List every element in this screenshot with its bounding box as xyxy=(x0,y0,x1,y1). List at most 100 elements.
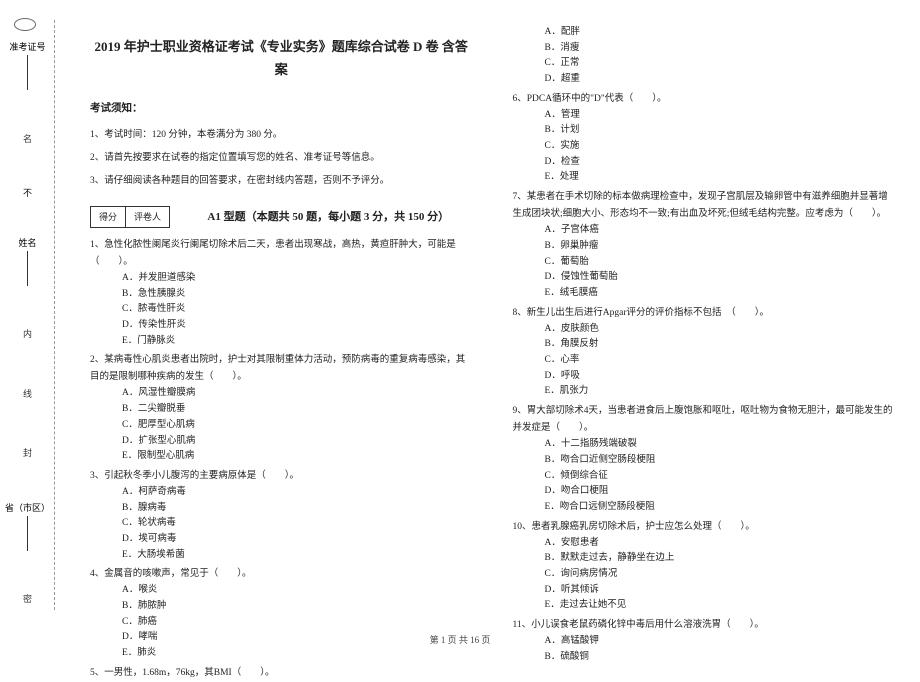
option: B．硫酸铜 xyxy=(545,650,896,666)
options: A．皮肤颜色 B．角膜反射 C．心率 D．呼吸 E．肌张力 xyxy=(513,322,896,400)
margin-underline xyxy=(27,251,28,286)
margin-field-name: 姓名 xyxy=(18,236,36,286)
margin-label: 姓名 xyxy=(18,236,36,249)
option: D．传染性肝炎 xyxy=(122,318,473,334)
option: E．限制型心肌病 xyxy=(122,449,473,465)
margin-label: 省（市区） xyxy=(5,501,50,514)
option: D．听其倾诉 xyxy=(545,583,896,599)
option: C．心率 xyxy=(545,353,896,369)
option: E．走过去让她不见 xyxy=(545,598,896,614)
left-margin: 准考证号 名 不 姓名 内 线 封 省（市区） 密 xyxy=(0,10,55,620)
option: E．吻合口远侧空肠段梗阻 xyxy=(545,500,896,516)
option: B．腺病毒 xyxy=(122,501,473,517)
question-text: 4、金属音的咳嗽声，常见于（ ）。 xyxy=(90,569,252,579)
margin-underline xyxy=(27,516,28,551)
option: E．绒毛膜癌 xyxy=(545,286,896,302)
margin-char: 密 xyxy=(23,587,32,610)
option: C．肺癌 xyxy=(122,615,473,631)
option: A．管理 xyxy=(545,108,896,124)
page-container: 准考证号 名 不 姓名 内 线 封 省（市区） 密 2019 年护士职业资格证考… xyxy=(0,0,920,630)
right-column: A．配胖 B．消瘦 C．正常 D．超重 6、PDCA循环中的"D"代表（ ）。 … xyxy=(488,25,911,615)
option: A．安慰患者 xyxy=(545,536,896,552)
option: D．埃可病毒 xyxy=(122,532,473,548)
question-text: 5、一男性，1.68m，76kg，其BMI（ ）。 xyxy=(90,668,274,678)
question-text: 1、急性化脓性阑尾炎行阑尾切除术后二天，患者出现寒战，高热，黄疸肝肿大，可能是（… xyxy=(90,240,456,267)
option: A．并发胆道感染 xyxy=(122,271,473,287)
question-10: 10、患者乳腺癌乳房切除术后，护士应怎么处理（ ）。 A．安慰患者 B．默默走过… xyxy=(513,519,896,614)
margin-field-exam-id: 准考证号 xyxy=(9,40,45,90)
option: A．皮肤颜色 xyxy=(545,322,896,338)
margin-underline xyxy=(27,55,28,90)
option: A．风湿性瓣膜病 xyxy=(122,386,473,402)
option: E．肌张力 xyxy=(545,384,896,400)
option: A．配胖 xyxy=(545,25,896,41)
option: C．轮状病毒 xyxy=(122,516,473,532)
question-text: 8、新生儿出生后进行Apgar评分的评价指标不包括 （ ）。 xyxy=(513,308,770,318)
margin-char: 名 xyxy=(23,127,32,150)
option: C．脓毒性肝炎 xyxy=(122,302,473,318)
question-9: 9、胃大部切除术4天，当患者进食后上腹饱胀和呕吐，呕吐物为食物无胆汁，最可能发生… xyxy=(513,403,896,516)
option: B．消瘦 xyxy=(545,41,896,57)
option: B．默默走过去，静静坐在边上 xyxy=(545,551,896,567)
option: A．柯萨奇病毒 xyxy=(122,485,473,501)
question-7: 7、某患者在手术切除的标本做病理检查中，发现子宫肌层及输卵管中有滋养细胞并显著增… xyxy=(513,189,896,302)
option: B．计划 xyxy=(545,123,896,139)
option: B．二尖瓣脱垂 xyxy=(122,402,473,418)
page-footer: 第 1 页 共 16 页 xyxy=(0,633,920,646)
option: E．肺炎 xyxy=(122,646,473,662)
option: B．肺脓肿 xyxy=(122,599,473,615)
left-column: 2019 年护士职业资格证考试《专业实务》题库综合试卷 D 卷 含答案 考试须知… xyxy=(75,25,488,615)
option: C．肥厚型心肌病 xyxy=(122,418,473,434)
options: A．十二指肠残端破裂 B．吻合口近侧空肠段梗阻 C．倾倒综合征 D．吻合口梗阻 … xyxy=(513,437,896,515)
question-text: 2、某病毒性心肌炎患者出院时，护士对其限制重体力活动，预防病毒的重复病毒感染，其… xyxy=(90,355,465,382)
option: D．超重 xyxy=(545,72,896,88)
instruction-line: 2、请首先按要求在试卷的指定位置填写您的姓名、准考证号等信息。 xyxy=(90,150,473,167)
question-text: 3、引起秋冬季小儿腹泻的主要病原体是（ ）。 xyxy=(90,471,299,481)
option: A．子宫体癌 xyxy=(545,223,896,239)
margin-label: 不 xyxy=(23,186,32,199)
option: C．正常 xyxy=(545,56,896,72)
options: A．风湿性瓣膜病 B．二尖瓣脱垂 C．肥厚型心肌病 D．扩张型心肌病 E．限制型… xyxy=(90,386,473,464)
score-box: 得分 评卷人 xyxy=(90,206,170,228)
question-text: 7、某患者在手术切除的标本做病理检查中，发现子宫肌层及输卵管中有滋养细胞并显著增… xyxy=(513,192,888,219)
option: E．门静脉炎 xyxy=(122,334,473,350)
options: A．柯萨奇病毒 B．腺病毒 C．轮状病毒 D．埃可病毒 E．大肠埃希菌 xyxy=(90,485,473,563)
question-6: 6、PDCA循环中的"D"代表（ ）。 A．管理 B．计划 C．实施 D．检查 … xyxy=(513,91,896,186)
margin-char: 封 xyxy=(23,441,32,464)
option: B．急性胰腺炎 xyxy=(122,287,473,303)
option: B．卵巢肿瘤 xyxy=(545,239,896,255)
question-5: 5、一男性，1.68m，76kg，其BMI（ ）。 xyxy=(90,665,473,682)
exam-title: 2019 年护士职业资格证考试《专业实务》题库综合试卷 D 卷 含答案 xyxy=(90,35,473,82)
score-cell-score: 得分 xyxy=(91,207,126,227)
options: A．并发胆道感染 B．急性胰腺炎 C．脓毒性肝炎 D．传染性肝炎 E．门静脉炎 xyxy=(90,271,473,349)
question-text: 9、胃大部切除术4天，当患者进食后上腹饱胀和呕吐，呕吐物为食物无胆汁，最可能发生… xyxy=(513,406,893,433)
option: C．葡萄胎 xyxy=(545,255,896,271)
instructions-header: 考试须知： xyxy=(90,100,473,119)
option: A．十二指肠残端破裂 xyxy=(545,437,896,453)
margin-dashed-line xyxy=(54,20,55,610)
option: D．检查 xyxy=(545,155,896,171)
margin-field-province: 省（市区） xyxy=(5,501,50,551)
option: D．扩张型心肌病 xyxy=(122,434,473,450)
option: B．角膜反射 xyxy=(545,337,896,353)
margin-field-bu: 不 xyxy=(23,186,32,199)
question-8: 8、新生儿出生后进行Apgar评分的评价指标不包括 （ ）。 A．皮肤颜色 B．… xyxy=(513,305,896,400)
question-4: 4、金属音的咳嗽声，常见于（ ）。 A．喉炎 B．肺脓肿 C．肺癌 D．哮喘 E… xyxy=(90,566,473,661)
question-text: 11、小儿误食老鼠药磷化锌中毒后用什么溶液洗胃（ ）。 xyxy=(513,620,764,630)
option: B．吻合口近侧空肠段梗阻 xyxy=(545,453,896,469)
option: C．实施 xyxy=(545,139,896,155)
question-2: 2、某病毒性心肌炎患者出院时，护士对其限制重体力活动，预防病毒的重复病毒感染，其… xyxy=(90,352,473,465)
score-cell-grader: 评卷人 xyxy=(126,207,169,227)
instruction-line: 3、请仔细阅读各种题目的回答要求，在密封线内答题，否则不予评分。 xyxy=(90,173,473,190)
question-text: 6、PDCA循环中的"D"代表（ ）。 xyxy=(513,94,667,104)
margin-char: 内 xyxy=(23,322,32,345)
options: A．子宫体癌 B．卵巢肿瘤 C．葡萄胎 D．侵蚀性葡萄胎 E．绒毛膜癌 xyxy=(513,223,896,301)
options: A．安慰患者 B．默默走过去，静静坐在边上 C．询问病房情况 D．听其倾诉 E．… xyxy=(513,536,896,614)
option: D．呼吸 xyxy=(545,369,896,385)
margin-label: 准考证号 xyxy=(9,40,45,53)
option: A．喉炎 xyxy=(122,583,473,599)
content-area: 2019 年护士职业资格证考试《专业实务》题库综合试卷 D 卷 含答案 考试须知… xyxy=(55,10,920,620)
option: D．侵蚀性葡萄胎 xyxy=(545,270,896,286)
options: A．管理 B．计划 C．实施 D．检查 E．处理 xyxy=(513,108,896,186)
option: C．询问病房情况 xyxy=(545,567,896,583)
